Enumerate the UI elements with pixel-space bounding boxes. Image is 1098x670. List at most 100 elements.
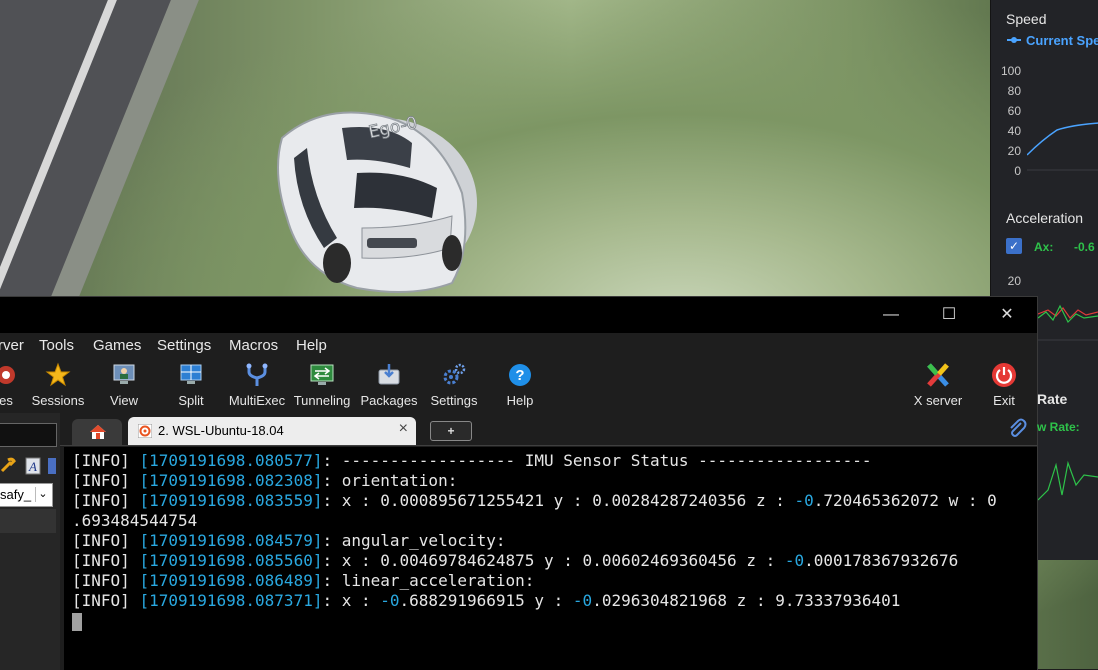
minimize-button[interactable]: — — [862, 297, 920, 333]
toolbar-label: MultiExec — [228, 393, 286, 408]
log-message: : ------------------ IMU Sensor Status -… — [322, 451, 872, 470]
ax-checkbox[interactable]: ✓ — [1006, 238, 1022, 254]
log-level: [INFO] — [72, 571, 130, 590]
wrench-icon[interactable] — [0, 457, 16, 475]
speed-line — [1027, 122, 1098, 156]
log-message: .0296304821968 z : 9.73337936401 — [592, 591, 901, 610]
menu-games[interactable]: Games — [93, 337, 141, 354]
session-tab[interactable]: 2. WSL-Ubuntu-18.04 × — [128, 417, 416, 445]
toolbar-multiexec-button[interactable]: MultiExec — [226, 362, 288, 412]
ax-value: -0.6 — [1074, 240, 1095, 254]
paperclip-icon[interactable] — [1007, 418, 1027, 438]
log-line: [INFO] [1709191698.084579]: angular_velo… — [72, 531, 506, 551]
close-tab-icon[interactable]: × — [399, 420, 408, 438]
toolbar-settings-button[interactable]: Settings — [426, 362, 482, 412]
toolbar-label: Settings — [430, 393, 478, 408]
speed-y-tick: 20 — [1007, 144, 1021, 158]
maximize-icon: ☐ — [941, 306, 957, 323]
log-message: : x : 0.000895671255421 y : 0.0028428724… — [322, 491, 795, 510]
log-line: [INFO] [1709191698.087371]: x : -0.68829… — [72, 591, 900, 611]
toolbar: es Sessions View Split MultiExec Tunneli… — [0, 359, 1037, 413]
rate-plot — [1038, 460, 1098, 501]
menu-bar: rver Tools Games Settings Macros Help — [0, 333, 1037, 359]
speed-y-tick: 40 — [1007, 124, 1021, 138]
log-timestamp: [1709191698.087371] — [139, 591, 323, 610]
ax-label: Ax: — [1034, 240, 1054, 254]
speed-y-tick: 80 — [1007, 84, 1021, 98]
toolbar-split-button[interactable]: Split — [166, 362, 216, 412]
ego-vehicle: Ego-0 — [277, 111, 477, 293]
x-server-icon — [927, 363, 949, 387]
session-tab-label: 2. WSL-Ubuntu-18.04 — [158, 423, 284, 438]
text-a-icon[interactable]: A — [25, 457, 41, 475]
log-timestamp: [1709191698.086489] — [139, 571, 323, 590]
terminal-cursor — [72, 613, 82, 631]
package-icon — [378, 364, 400, 385]
toolbar-exit-button[interactable]: Exit — [984, 362, 1024, 412]
close-button[interactable]: ✕ — [978, 297, 1036, 333]
menu-help[interactable]: Help — [296, 337, 327, 354]
svg-text:?: ? — [515, 367, 524, 384]
log-line: [INFO] [1709191698.083559]: x : 0.000895… — [72, 491, 997, 511]
log-line: [INFO] [1709191698.085560]: x : 0.004697… — [72, 551, 958, 571]
toolbar-servers-button[interactable]: es — [0, 362, 26, 412]
log-level: [INFO] — [72, 531, 130, 550]
log-message: .720465362072 w : 0 — [813, 491, 997, 510]
toolbar-xserver-button[interactable]: X server — [908, 362, 968, 412]
log-negative-prefix: -0 — [572, 591, 593, 610]
log-message: .000178367932676 — [804, 551, 959, 570]
maximize-button[interactable]: ☐ — [920, 297, 978, 333]
log-negative-prefix: -0 — [784, 551, 805, 570]
user-select-value: safy_ — [0, 487, 32, 502]
sidebar-extra-icon[interactable] — [48, 457, 56, 475]
toolbar-label: X server — [913, 393, 963, 408]
menu-server[interactable]: rver — [0, 337, 24, 354]
log-message: .688291966915 y : — [399, 591, 573, 610]
log-message: : x : — [322, 591, 381, 610]
user-select[interactable]: safy_ ⌄ — [0, 483, 53, 507]
toolbar-label: Split — [178, 393, 204, 408]
generic-icon — [0, 366, 15, 384]
toolbar-view-button[interactable]: View — [99, 362, 149, 412]
toolbar-label: Help — [506, 393, 534, 408]
star-icon — [45, 362, 71, 387]
speed-y-tick: 60 — [1007, 104, 1021, 118]
new-tab-button[interactable]: + — [430, 421, 472, 441]
terminal-output[interactable]: [INFO] [1709191698.080577]: ------------… — [64, 447, 1037, 670]
sidebar-band — [0, 509, 56, 533]
chevron-down-icon: ⌄ — [35, 487, 50, 502]
toolbar-packages-button[interactable]: Packages — [358, 362, 420, 412]
acceleration-plot — [1038, 304, 1098, 341]
quick-connect-input[interactable] — [0, 423, 57, 447]
close-icon: ✕ — [1000, 306, 1014, 323]
terminal-window: — ☐ ✕ rver Tools Games Settings Macros H… — [0, 296, 1038, 670]
gears-icon — [443, 363, 466, 385]
power-icon — [992, 363, 1016, 387]
log-message: : x : 0.00469784624875 y : 0.00602469360… — [322, 551, 785, 570]
menu-macros[interactable]: Macros — [229, 337, 278, 354]
speed-legend-label: Current Spe — [1026, 33, 1098, 48]
home-tab[interactable] — [72, 419, 122, 445]
menu-tools[interactable]: Tools — [39, 337, 74, 354]
log-timestamp: [1709191698.084579] — [139, 531, 323, 550]
help-icon: ? — [509, 364, 531, 386]
toolbar-tunneling-button[interactable]: Tunneling — [292, 362, 352, 412]
rate-label: w Rate: — [1037, 420, 1080, 434]
ubuntu-icon — [138, 424, 152, 438]
acceleration-title: Acceleration — [1006, 210, 1084, 226]
toolbar-label: View — [110, 393, 138, 408]
menu-settings[interactable]: Settings — [157, 337, 211, 354]
log-message: : angular_velocity: — [322, 531, 506, 550]
log-timestamp: [1709191698.082308] — [139, 471, 323, 490]
log-level: [INFO] — [72, 551, 130, 570]
rate-title: Rate — [1037, 391, 1068, 407]
log-line-wrap: .693484544754 — [72, 511, 197, 531]
toolbar-sessions-button[interactable]: Sessions — [28, 362, 88, 412]
log-line: [INFO] [1709191698.082308]: orientation: — [72, 471, 457, 491]
log-message: .693484544754 — [72, 511, 198, 530]
svg-text:A: A — [28, 459, 37, 474]
monitor-user-icon — [113, 364, 135, 384]
toolbar-label: Packages — [360, 393, 418, 408]
log-timestamp: [1709191698.085560] — [139, 551, 323, 570]
toolbar-help-button[interactable]: ? Help — [498, 362, 542, 412]
